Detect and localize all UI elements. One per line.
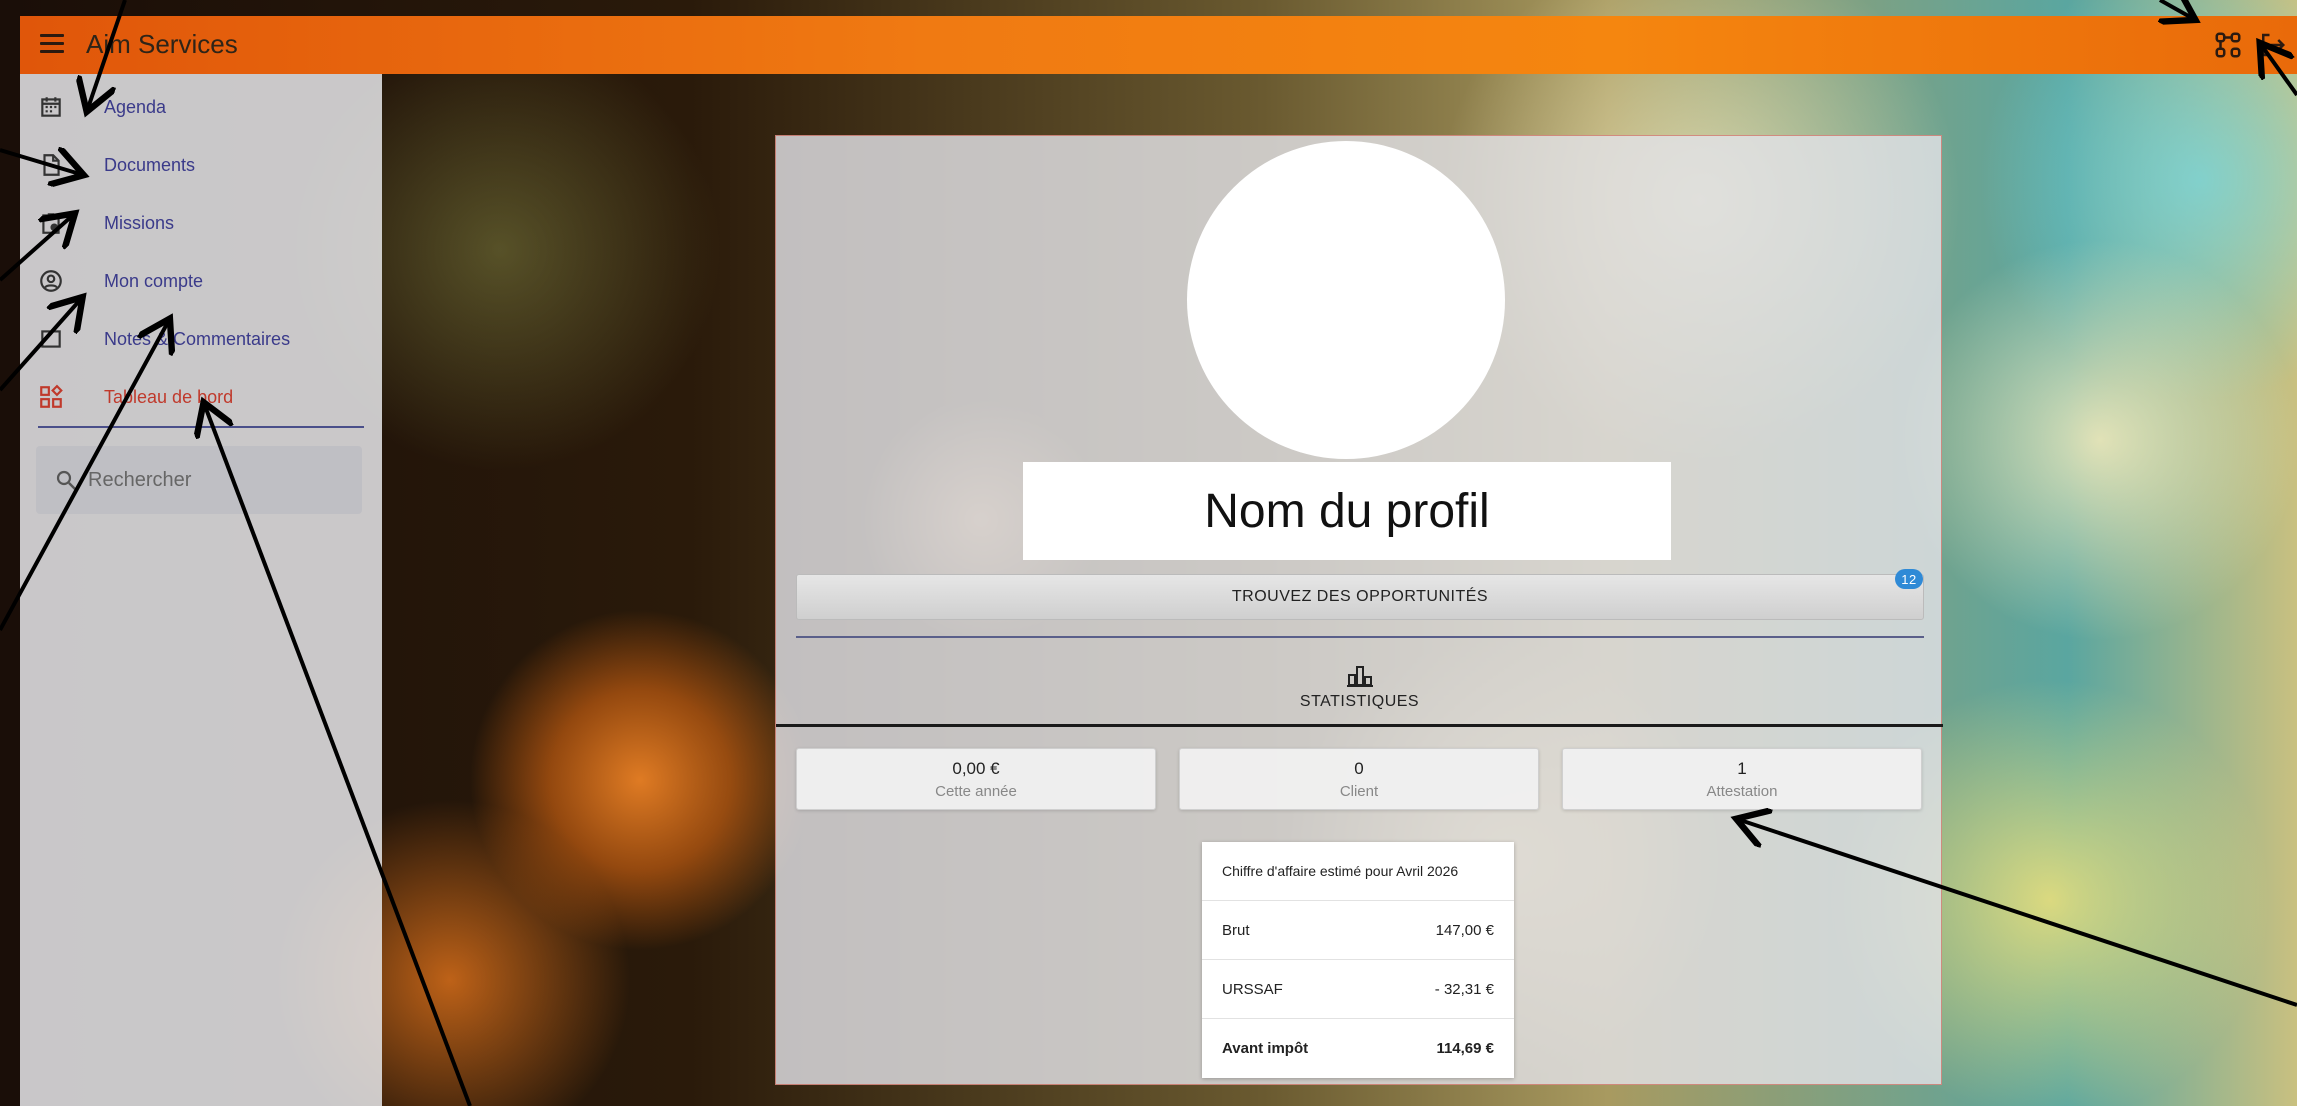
- sidebar-item-label: Notes & Commentaires: [104, 328, 291, 349]
- sidebar-item-mon-compte[interactable]: Mon compte: [20, 252, 382, 310]
- sidebar-item-label: Agenda: [104, 96, 167, 117]
- sidebar-item-tableau-de-bord[interactable]: Tableau de bord: [20, 368, 382, 426]
- row-value: - 32,31 €: [1434, 980, 1494, 998]
- bar-chart-icon: [1346, 666, 1373, 687]
- sidebar-item-label: Documents: [104, 154, 196, 175]
- revenue-table: Chiffre d'affaire estimé pour Avril 2026…: [1202, 842, 1514, 1078]
- stat-value: 0: [1354, 758, 1364, 778]
- tab-indicator: [776, 724, 1943, 727]
- dashboard-icon: [40, 384, 63, 408]
- top-app-bar: Aim Services: [20, 16, 2297, 74]
- avatar[interactable]: [1187, 141, 1505, 459]
- revenue-table-title: Chiffre d'affaire estimé pour Avril 2026: [1202, 842, 1514, 901]
- sidebar-item-label: Missions: [104, 212, 175, 233]
- table-row: Avant impôt 114,69 €: [1202, 1019, 1514, 1078]
- tab-statistiques-label: STATISTIQUES: [1299, 693, 1420, 710]
- app-title: Aim Services: [86, 29, 238, 59]
- profile-card: Nom du profil TROUVEZ DES OPPORTUNITÉS 1…: [775, 135, 1943, 1085]
- row-label: Avant impôt: [1222, 1040, 1309, 1057]
- sidebar-item-documents[interactable]: Documents: [20, 136, 382, 194]
- menu-icon[interactable]: [40, 34, 64, 54]
- sidebar-item-missions[interactable]: Missions: [20, 194, 382, 252]
- stat-value: 0,00 €: [952, 758, 1000, 778]
- stat-label: Cette année: [935, 782, 1017, 800]
- search-input[interactable]: [88, 464, 348, 496]
- row-label: URSSAF: [1222, 980, 1283, 998]
- account-circle-icon: [40, 270, 62, 292]
- stat-label: Client: [1339, 782, 1379, 800]
- notes-icon: [41, 330, 61, 348]
- clipboard-icon: [42, 213, 60, 234]
- find-opportunities-button[interactable]: TROUVEZ DES OPPORTUNITÉS 12: [796, 569, 1924, 620]
- row-value: 147,00 €: [1435, 921, 1494, 939]
- tab-statistiques[interactable]: STATISTIQUES: [776, 652, 1943, 722]
- row-value: 114,69 €: [1436, 1040, 1494, 1057]
- profile-name: Nom du profil: [1023, 462, 1671, 560]
- stat-card-annee: 0,00 € Cette année: [796, 748, 1156, 810]
- table-row: Brut 147,00 €: [1202, 901, 1514, 960]
- row-label: Brut: [1222, 921, 1250, 939]
- sidebar-divider: [38, 426, 364, 428]
- divider: [796, 636, 1924, 638]
- stat-label: Attestation: [1706, 782, 1778, 800]
- network-icon[interactable]: [2213, 30, 2243, 60]
- logout-icon[interactable]: [2257, 30, 2287, 60]
- table-row: URSSAF - 32,31 €: [1202, 960, 1514, 1019]
- sidebar-item-label: Mon compte: [104, 270, 204, 291]
- revenue-table-title-text: Chiffre d'affaire estimé pour Avril 2026: [1222, 863, 1459, 879]
- stat-card-client: 0 Client: [1179, 748, 1539, 810]
- opportunities-count-badge: 12: [1895, 569, 1923, 589]
- find-opportunities-label: TROUVEZ DES OPPORTUNITÉS: [1231, 588, 1489, 605]
- stat-card-attestation: 1 Attestation: [1562, 748, 1922, 810]
- sidebar-item-notes[interactable]: Notes & Commentaires: [20, 310, 382, 368]
- document-icon: [43, 154, 60, 176]
- search-box[interactable]: [36, 446, 362, 514]
- search-icon: [56, 470, 76, 490]
- sidebar-item-label: Tableau de bord: [104, 386, 234, 407]
- sidebar: Agenda Documents Missions Mon compte Not…: [20, 74, 382, 1106]
- calendar-icon: [41, 97, 61, 117]
- sidebar-item-agenda[interactable]: Agenda: [20, 78, 382, 136]
- stat-value: 1: [1737, 758, 1747, 778]
